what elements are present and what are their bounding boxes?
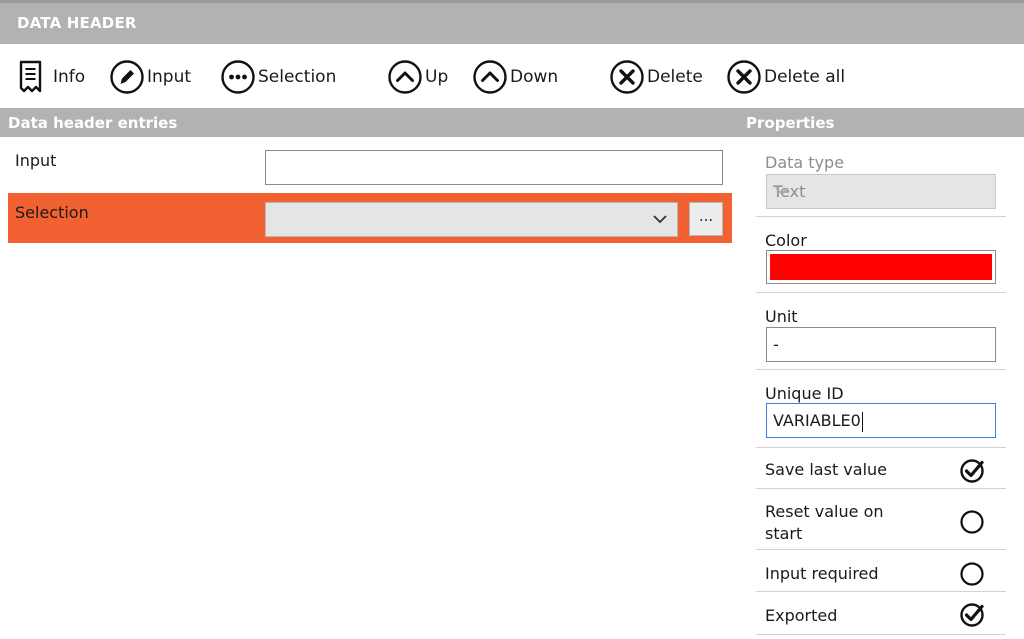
color-swatch [770, 254, 992, 280]
info-button[interactable]: Info [16, 60, 85, 94]
toolbar: Info Input Selection Up Down Delete Dele… [0, 44, 1024, 108]
entry-label: Input [15, 151, 57, 170]
input-entry-field[interactable] [265, 150, 723, 185]
delete-all-button[interactable]: Delete all [727, 60, 845, 94]
up-label: Up [425, 67, 449, 87]
close-circle-icon [727, 60, 761, 94]
section-header-bar: Data header entries Properties [0, 108, 1024, 137]
document-icon [16, 60, 50, 94]
unique-id-label: Unique ID [765, 384, 844, 403]
chevron-down-icon [651, 210, 669, 232]
selection-options-button[interactable]: ... [689, 202, 723, 236]
prop-exported[interactable]: Exported [756, 592, 1006, 635]
chevron-up-circle-icon [388, 60, 422, 94]
unique-id-field[interactable]: VARIABLE0 [766, 403, 996, 438]
prop-data-type: Data type Text [756, 137, 1006, 217]
reset-value-label-line1: Reset value on [765, 502, 884, 521]
delete-all-label: Delete all [764, 67, 846, 87]
down-button[interactable]: Down [473, 60, 558, 94]
unit-label: Unit [765, 307, 798, 326]
entry-row-input[interactable]: Input [8, 142, 732, 188]
text-caret [861, 411, 863, 432]
selection-button[interactable]: Selection [221, 60, 336, 94]
checked-circle-icon[interactable] [959, 457, 987, 489]
unchecked-circle-icon[interactable] [959, 508, 987, 540]
reset-value-label-line2: start [765, 524, 803, 543]
info-label: Info [53, 67, 86, 87]
delete-label: Delete [647, 67, 703, 87]
prop-save-last-value[interactable]: Save last value [756, 448, 1006, 489]
unique-id-value: VARIABLE0 [773, 411, 861, 430]
prop-unit: Unit - [756, 293, 1006, 370]
more-circle-icon [221, 60, 255, 94]
chevron-up-circle-icon [473, 60, 507, 94]
checked-circle-icon[interactable] [959, 601, 987, 633]
color-label: Color [765, 231, 807, 250]
color-picker[interactable] [766, 250, 996, 284]
entry-row-selection[interactable]: Selection ... [8, 193, 732, 243]
up-button[interactable]: Up [388, 60, 448, 94]
unit-field[interactable]: - [766, 327, 996, 362]
selection-dropdown[interactable] [265, 202, 678, 237]
down-label: Down [510, 67, 559, 87]
unchecked-circle-icon[interactable] [959, 560, 987, 592]
data-type-select: Text [766, 174, 996, 209]
title-bar: DATA HEADER [0, 0, 1024, 44]
properties-panel-title: Properties [746, 114, 835, 132]
entries-panel-title: Data header entries [8, 114, 178, 132]
page-title: DATA HEADER [17, 14, 137, 32]
prop-unique-id: Unique ID VARIABLE0 [756, 370, 1006, 448]
input-label: Input [147, 67, 192, 87]
prop-reset-value-on-start[interactable]: Reset value on start [756, 489, 1006, 550]
data-type-label: Data type [765, 153, 845, 172]
selection-label: Selection [258, 67, 337, 87]
exported-label: Exported [765, 606, 838, 625]
entry-label: Selection [15, 203, 89, 222]
save-last-value-label: Save last value [765, 460, 888, 479]
chevron-down-icon [773, 182, 987, 204]
input-required-label: Input required [765, 564, 879, 583]
prop-input-required[interactable]: Input required [756, 550, 1006, 592]
pencil-circle-icon [110, 60, 144, 94]
close-circle-icon [610, 60, 644, 94]
input-button[interactable]: Input [110, 60, 191, 94]
delete-button[interactable]: Delete [610, 60, 703, 94]
